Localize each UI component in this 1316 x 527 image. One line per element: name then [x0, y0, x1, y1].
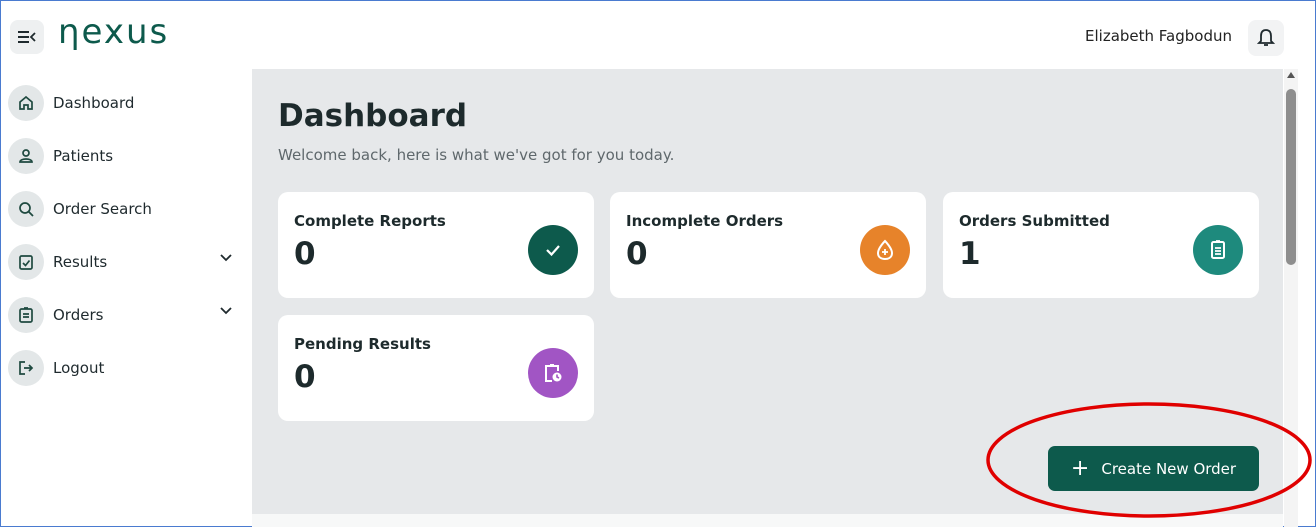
sidebar-item-order-search[interactable]: Order Search [8, 182, 248, 235]
drop-icon [860, 225, 910, 275]
card-value: 0 [626, 236, 648, 272]
chevron-down-icon[interactable] [220, 254, 232, 262]
scroll-up-icon[interactable] [1287, 72, 1295, 78]
sidebar-item-patients[interactable]: Patients [8, 129, 248, 182]
check-icon [528, 225, 578, 275]
card-orders-submitted[interactable]: Orders Submitted 1 [943, 192, 1259, 298]
sidebar-toggle-button[interactable] [10, 20, 44, 54]
sidebar-item-orders[interactable]: Orders [8, 288, 248, 341]
sidebar-item-dashboard[interactable]: Dashboard [8, 76, 248, 129]
card-title: Pending Results [294, 335, 431, 353]
bell-icon [1257, 29, 1275, 46]
sidebar-item-label: Patients [53, 146, 114, 165]
card-value: 0 [294, 236, 316, 272]
page-subtitle: Welcome back, here is what we've got for… [278, 146, 675, 164]
sidebar-item-label: Order Search [53, 199, 152, 218]
clipboard-icon [1193, 225, 1243, 275]
home-icon [8, 84, 44, 121]
clipboard-clock-icon [528, 348, 578, 398]
card-value: 0 [294, 359, 316, 395]
card-title: Incomplete Orders [626, 212, 784, 230]
sidebar-item-label: Results [53, 252, 108, 271]
card-title: Complete Reports [294, 212, 446, 230]
app-logo[interactable]: ηexus [58, 10, 169, 54]
page-title: Dashboard [278, 98, 468, 134]
clipboard-list-icon [8, 296, 44, 333]
menu-collapse-icon [18, 31, 36, 43]
card-incomplete-orders[interactable]: Incomplete Orders 0 [610, 192, 926, 298]
annotation-highlight-ellipse [986, 402, 1312, 518]
card-pending-results[interactable]: Pending Results 0 [278, 315, 594, 421]
clipboard-check-icon [8, 243, 44, 280]
scrollbar-thumb[interactable] [1286, 89, 1296, 265]
sidebar-item-label: Logout [53, 358, 105, 377]
notifications-button[interactable] [1248, 20, 1284, 56]
search-icon [8, 190, 44, 227]
sidebar-item-label: Dashboard [53, 93, 135, 112]
card-value: 1 [959, 236, 981, 272]
chevron-down-icon[interactable] [220, 307, 232, 315]
sidebar-item-results[interactable]: Results [8, 235, 248, 288]
sidebar-item-label: Orders [53, 305, 104, 324]
logout-icon [8, 349, 44, 386]
sidebar: Dashboard Patients Order Search Results … [8, 76, 248, 394]
sidebar-item-logout[interactable]: Logout [8, 341, 248, 394]
user-icon [8, 137, 44, 174]
card-title: Orders Submitted [959, 212, 1110, 230]
card-complete-reports[interactable]: Complete Reports 0 [278, 192, 594, 298]
user-name[interactable]: Elizabeth Fagbodun [1085, 27, 1232, 45]
